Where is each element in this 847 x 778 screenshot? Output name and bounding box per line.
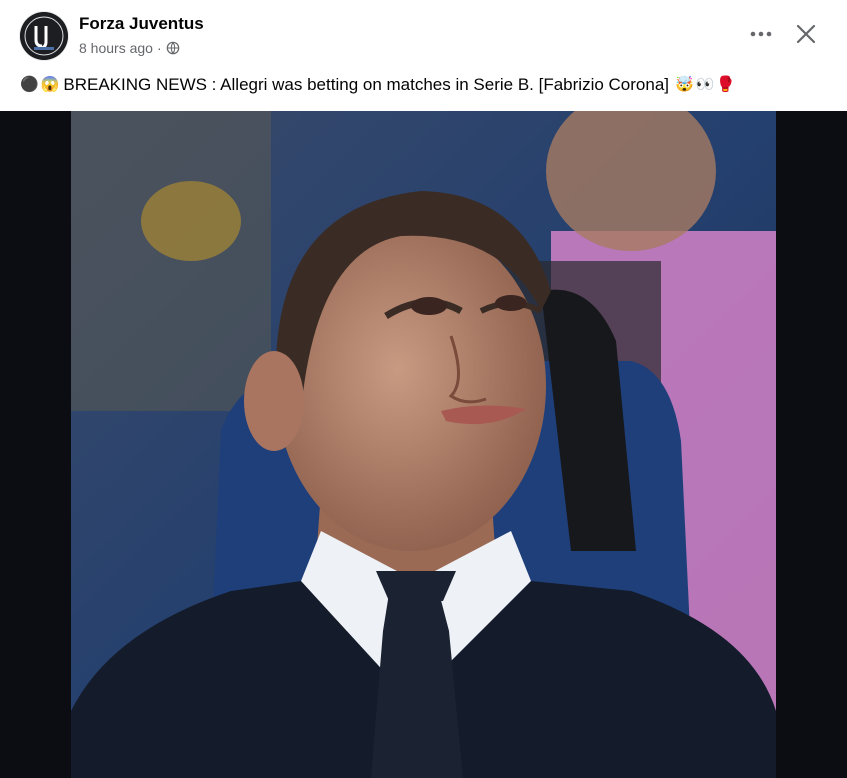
leading-emojis: ⚫ 😱 [20, 74, 59, 96]
more-options-icon [750, 31, 772, 37]
more-options-button[interactable] [743, 18, 779, 50]
emoji: ⚫ [20, 76, 39, 93]
post-meta: 8 hours ago · [79, 40, 180, 56]
post-header: Forza Juventus 8 hours ago · [0, 0, 847, 70]
post-media[interactable] [0, 111, 847, 778]
meta-separator: · [156, 40, 162, 56]
timestamp[interactable]: 8 hours ago [79, 40, 153, 56]
post-photo[interactable] [71, 111, 776, 778]
page-avatar[interactable] [20, 12, 68, 60]
emoji: 👀 [695, 76, 715, 93]
post-message: ⚫ 😱 BREAKING NEWS : Allegri was betting … [20, 74, 830, 96]
page-name[interactable]: Forza Juventus [79, 14, 204, 34]
globe-icon[interactable] [166, 41, 180, 55]
close-icon [796, 24, 816, 44]
close-button[interactable] [788, 16, 824, 52]
emoji: 🤯 [675, 76, 694, 93]
trailing-emojis: 🤯 👀 🥊 [675, 74, 735, 96]
emoji: 🥊 [716, 76, 736, 93]
emoji: 😱 [40, 76, 60, 93]
photo-image [71, 111, 776, 778]
post-text: BREAKING NEWS : Allegri was betting on m… [63, 75, 670, 94]
juventus-logo-icon [20, 12, 68, 60]
